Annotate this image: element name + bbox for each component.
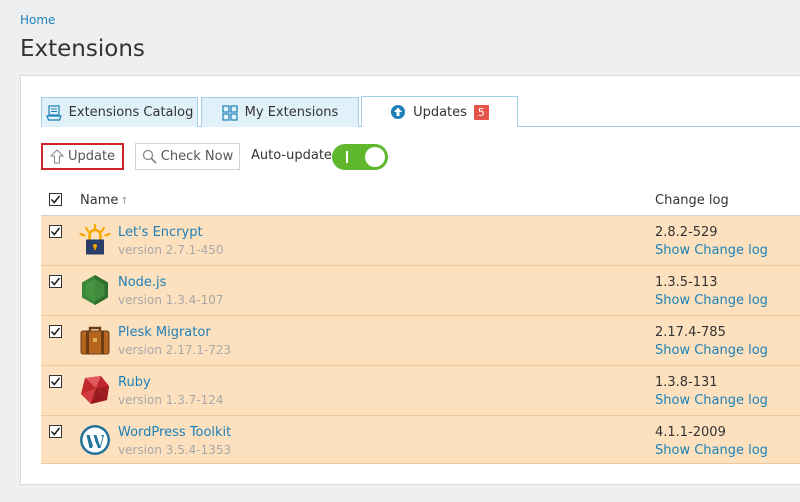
table-row: WordPress Toolkit version 3.5.4-1353 4.1…: [41, 416, 800, 464]
extension-name-link[interactable]: WordPress Toolkit: [118, 425, 231, 440]
tab-label: My Extensions: [244, 105, 339, 120]
tab-extensions-catalog[interactable]: Extensions Catalog: [41, 97, 198, 127]
column-header-name[interactable]: Name ↑: [80, 193, 129, 208]
checkmark-icon: [50, 427, 61, 436]
show-changelog-link[interactable]: Show Change log: [655, 393, 768, 408]
current-version: version 2.17.1-723: [118, 343, 232, 357]
extension-name-link[interactable]: Node.js: [118, 275, 166, 290]
tab-bar: Extensions Catalog My Extensions Updates…: [41, 96, 800, 127]
update-button[interactable]: Update: [41, 143, 124, 170]
extension-name-link[interactable]: Ruby: [118, 375, 151, 390]
upload-arrow-icon: [49, 148, 64, 165]
auto-update-toggle[interactable]: [332, 144, 388, 170]
new-version: 2.8.2-529: [655, 225, 718, 240]
ruby-icon: [79, 374, 111, 406]
toggle-knob: [365, 147, 385, 167]
show-changelog-link[interactable]: Show Change log: [655, 443, 768, 458]
table-header: Name ↑ Change log: [41, 186, 800, 216]
sort-asc-icon: ↑: [120, 196, 129, 207]
updates-table: Name ↑ Change log Let's Encrypt version …: [41, 186, 800, 464]
tab-label: Updates: [413, 104, 467, 120]
extension-name-link[interactable]: Plesk Migrator: [118, 325, 211, 340]
wordpress-icon: [79, 424, 111, 456]
show-changelog-link[interactable]: Show Change log: [655, 243, 768, 258]
new-version: 4.1.1-2009: [655, 425, 726, 440]
new-version: 2.17.4-785: [655, 325, 726, 340]
catalog-icon: [45, 104, 62, 121]
new-version: 1.3.5-113: [655, 275, 718, 290]
table-row: Let's Encrypt version 2.7.1-450 2.8.2-52…: [41, 216, 800, 266]
checkmark-icon: [50, 195, 61, 204]
upload-circle-icon: [390, 104, 406, 120]
updates-count-badge: 5: [473, 104, 489, 120]
tab-updates[interactable]: Updates 5: [361, 96, 518, 127]
row-checkbox[interactable]: [49, 425, 62, 438]
extensions-panel: Extensions Catalog My Extensions Updates…: [20, 75, 800, 485]
tab-label: Extensions Catalog: [68, 105, 194, 120]
show-changelog-link[interactable]: Show Change log: [655, 293, 768, 308]
current-version: version 1.3.7-124: [118, 393, 224, 407]
search-icon: [142, 149, 157, 164]
column-header-changelog: Change log: [655, 193, 729, 208]
new-version: 1.3.8-131: [655, 375, 718, 390]
current-version: version 3.5.4-1353: [118, 443, 232, 457]
auto-update-label: Auto-update: [251, 148, 332, 163]
page-title: Extensions: [20, 36, 145, 62]
toggle-on-indicator: [346, 151, 348, 163]
checkmark-icon: [50, 377, 61, 386]
grid-icon: [222, 104, 238, 121]
lets-encrypt-icon: [79, 223, 111, 256]
update-button-label: Update: [67, 149, 116, 164]
toolbar: Update Check Now Auto-update: [41, 143, 541, 170]
breadcrumb-home[interactable]: Home: [20, 13, 55, 27]
row-checkbox[interactable]: [49, 225, 62, 238]
checkmark-icon: [50, 227, 61, 236]
suitcase-icon: [79, 324, 111, 356]
checkmark-icon: [50, 277, 61, 286]
check-now-button-label: Check Now: [160, 149, 234, 164]
check-now-button[interactable]: Check Now: [135, 143, 240, 170]
row-checkbox[interactable]: [49, 325, 62, 338]
nodejs-icon: [79, 274, 111, 306]
checkmark-icon: [50, 327, 61, 336]
table-row: Ruby version 1.3.7-124 1.3.8-131 Show Ch…: [41, 366, 800, 416]
row-checkbox[interactable]: [49, 275, 62, 288]
select-all-checkbox[interactable]: [49, 193, 62, 206]
current-version: version 1.3.4-107: [118, 293, 224, 307]
extension-name-link[interactable]: Let's Encrypt: [118, 225, 203, 240]
row-checkbox[interactable]: [49, 375, 62, 388]
table-row: Node.js version 1.3.4-107 1.3.5-113 Show…: [41, 266, 800, 316]
show-changelog-link[interactable]: Show Change log: [655, 343, 768, 358]
table-row: Plesk Migrator version 2.17.1-723 2.17.4…: [41, 316, 800, 366]
tab-my-extensions[interactable]: My Extensions: [201, 97, 359, 127]
current-version: version 2.7.1-450: [118, 243, 224, 257]
